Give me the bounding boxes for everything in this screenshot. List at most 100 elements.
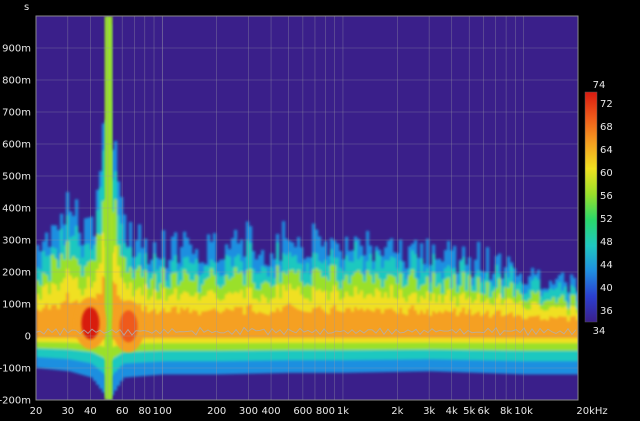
heatmap-cell: [276, 308, 280, 339]
heatmap-cell: [486, 310, 490, 339]
heatmap-cell: [372, 311, 376, 339]
heatmap-cell: [375, 308, 379, 339]
heatmap-cell: [543, 319, 547, 339]
heatmap-cell: [210, 309, 214, 339]
heatmap-cell: [516, 314, 520, 339]
heatmap-cell: [549, 316, 553, 339]
colorbar-tick-label: 52: [600, 214, 613, 225]
x-tick-label: 5k: [463, 406, 475, 417]
heatmap-cell: [507, 313, 511, 339]
x-tick-label: 20kHz: [576, 406, 607, 417]
colorbar-tick-label: 36: [600, 306, 613, 317]
y-tick-label: 0: [25, 332, 31, 343]
heatmap-cell: [186, 307, 190, 339]
x-tick-label: 80: [138, 406, 151, 417]
heatmap-cell: [234, 306, 238, 339]
x-tick-label: 300: [239, 406, 258, 417]
y-tick-label: -100m: [0, 364, 31, 375]
heatmap-cell: [204, 311, 208, 339]
heatmap-cell: [537, 315, 541, 339]
heatmap-cell: [198, 314, 202, 339]
heatmap-cell: [153, 308, 157, 339]
heatmap-cell: [402, 313, 406, 339]
heatmap-cell: [264, 314, 268, 339]
colorbar-tick-label: 72: [600, 99, 613, 110]
heatmap-cell: [168, 311, 172, 339]
heatmap-cell: [465, 314, 469, 339]
x-tick-label: 6k: [477, 406, 489, 417]
x-tick-label: 200: [207, 406, 226, 417]
heatmap-cell: [339, 311, 343, 339]
x-tick-label: 20: [30, 406, 43, 417]
heatmap-cell: [453, 308, 457, 339]
y-axis: 900m 800m 700m 600m 500m 400m 300m 200m 100m 0 -10…: [0, 44, 31, 407]
heatmap-cell: [513, 316, 517, 339]
colorbar: 74 72 68 64 60 56 52 48 44 40 36 34: [584, 80, 613, 337]
y-axis-unit-label: s: [24, 2, 29, 13]
colorbar-tick-label: 60: [600, 168, 613, 179]
y-tick-label: 100m: [2, 300, 31, 311]
heatmap-cell: [309, 312, 313, 339]
y-tick-label: 500m: [2, 172, 31, 183]
heatmap-cell: [156, 313, 160, 339]
heatmap-cell: [174, 306, 178, 339]
heatmap-cell: [360, 308, 364, 339]
y-tick-label: 700m: [2, 108, 31, 119]
colorbar-tick-label: 34: [593, 326, 606, 337]
heatmap-cell: [489, 317, 493, 339]
y-tick-label: 300m: [2, 236, 31, 247]
heatmap-cell: [342, 311, 346, 339]
heatmap-cell: [327, 313, 331, 339]
heatmap-cell: [399, 307, 403, 339]
x-tick-label: 60: [116, 406, 129, 417]
heatmap-cell: [255, 313, 259, 339]
colorbar-tick-label: 48: [600, 237, 613, 248]
heatmap-cell: [564, 316, 568, 339]
heatmap-cell: [429, 315, 433, 339]
heatmap-cell: [378, 308, 382, 339]
heatmap-cell: [474, 313, 478, 339]
y-tick-label: 800m: [2, 76, 31, 87]
heatmap-cell: [519, 315, 523, 339]
heatmap-cell: [297, 309, 301, 339]
x-tick-label: 800: [316, 406, 335, 417]
spectrogram-chart: 900m 800m 700m 600m 500m 400m 300m 200m 100m 0 -10…: [0, 2, 613, 417]
colorbar-tick-label: 68: [600, 122, 613, 133]
y-tick-label: -200m: [0, 396, 31, 407]
heatmap-cell: [471, 315, 475, 339]
heatmap-cell: [336, 310, 340, 339]
heatmap-cell: [159, 311, 163, 339]
heatmap-cell: [555, 318, 559, 339]
heatmap-cell: [330, 307, 334, 339]
colorbar-tick-label: 44: [600, 260, 613, 271]
heatmap-cell: [39, 311, 43, 338]
heatmap-cell: [459, 312, 463, 339]
heatmap-cell: [219, 312, 223, 339]
colorbar-tick-label: 40: [600, 283, 613, 294]
heatmap-cell: [480, 315, 484, 339]
heatmap-cell: [408, 308, 412, 339]
y-tick-label: 200m: [2, 268, 31, 279]
heatmap-cell: [456, 315, 460, 339]
heatmap-cell: [177, 313, 181, 339]
heatmap-cell: [438, 311, 442, 339]
heatmap-cell: [405, 315, 409, 339]
y-tick-label: 600m: [2, 140, 31, 151]
heatmap-cell: [207, 310, 211, 339]
heatmap-cell: [351, 311, 355, 339]
heatmap-cell: [54, 304, 58, 338]
heatmap-cell: [501, 316, 505, 339]
heatmap-cell: [534, 315, 538, 339]
heatmap-cell: [366, 308, 370, 339]
heatmap-cell: [63, 301, 67, 338]
heatmap-cell: [147, 312, 151, 339]
x-tick-label: 100: [153, 406, 172, 417]
heatmap-cell: [183, 309, 187, 339]
x-tick-label: 400: [262, 406, 281, 417]
x-tick-label: 8k: [500, 406, 512, 417]
heatmap-cell: [261, 312, 265, 339]
colorbar-tick-label: 64: [600, 145, 613, 156]
heatmap-cell: [552, 317, 556, 339]
heatmap-cell: [249, 304, 253, 339]
heatmap-cell: [387, 308, 391, 339]
